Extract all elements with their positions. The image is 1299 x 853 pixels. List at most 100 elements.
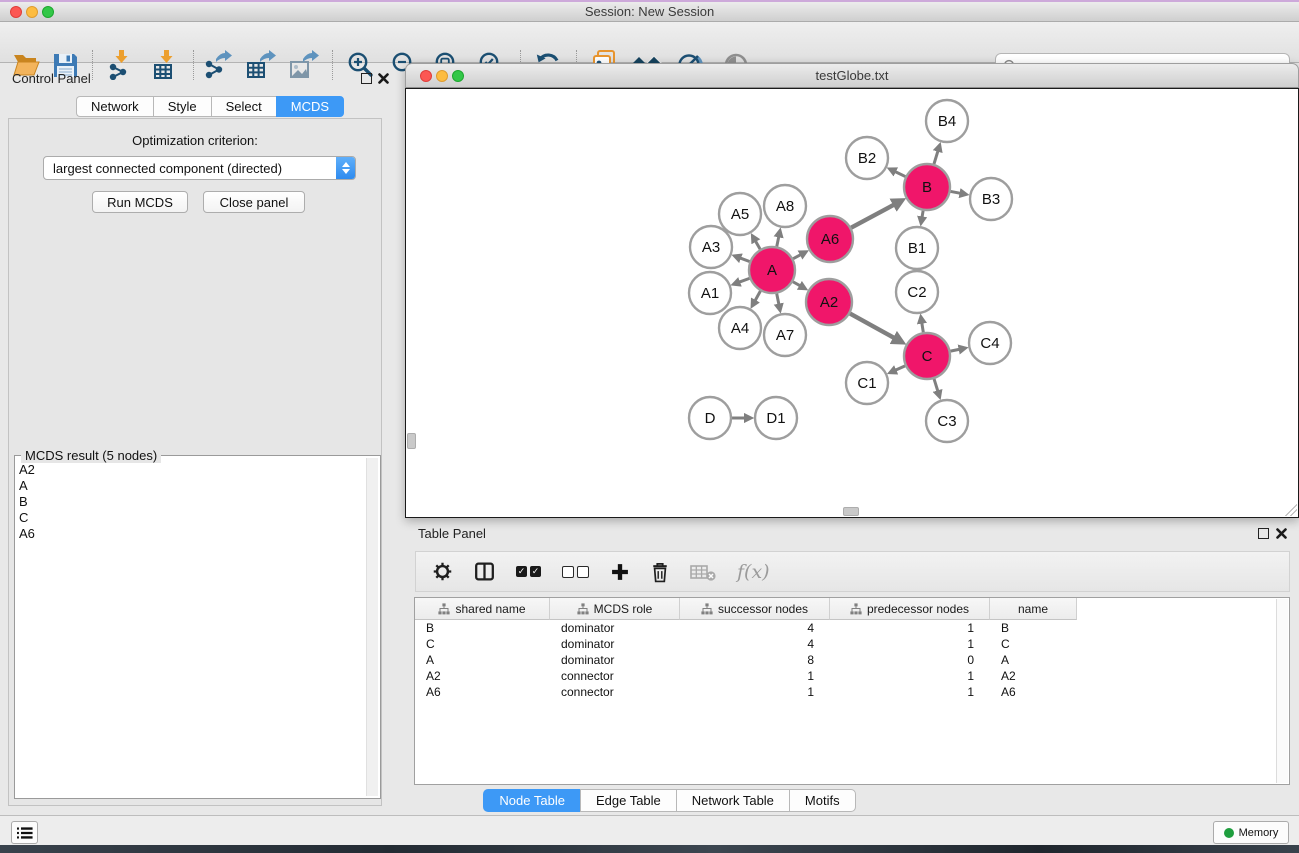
graph-node-label-B4: B4: [938, 113, 956, 130]
mcds-result-item[interactable]: C: [19, 510, 362, 526]
network-canvas[interactable]: B4B2BB3A8A5A6A3B1AC2A1A2A4A7C4CC1DD1C3: [405, 88, 1299, 518]
control-panel-title: Control Panel: [12, 71, 91, 86]
graph-edge-A6-B[interactable]: [851, 204, 894, 227]
table-row-A2[interactable]: A2connector11A2: [415, 668, 1289, 684]
table-panel-title: Table Panel: [418, 526, 486, 541]
network-close-button[interactable]: [420, 70, 432, 82]
graph-edge-B-B1[interactable]: [922, 211, 923, 218]
vertical-scrollbar-thumb[interactable]: [407, 433, 416, 449]
deselect-all-checkboxes-icon[interactable]: [562, 566, 589, 578]
graph-edge-B-B4[interactable]: [934, 151, 938, 164]
tab-select[interactable]: Select: [211, 96, 276, 117]
graph-edge-A-A4[interactable]: [755, 291, 760, 301]
tab-mcds[interactable]: MCDS: [276, 96, 344, 117]
task-history-button[interactable]: [11, 821, 38, 844]
graph-node-label-A2: A2: [820, 294, 838, 311]
show-column-icon[interactable]: [474, 561, 495, 582]
column-header-label: successor nodes: [718, 602, 808, 616]
graph-edge-A-A6[interactable]: [793, 255, 801, 259]
tab-edge-table[interactable]: Edge Table: [580, 789, 676, 812]
cell: 1: [830, 620, 990, 636]
network-graph[interactable]: B4B2BB3A8A5A6A3B1AC2A1A2A4A7C4CC1DD1C3: [406, 89, 1298, 517]
table-options-gear-icon[interactable]: [432, 561, 453, 582]
graph-node-label-C1: C1: [857, 375, 876, 392]
column-header-MCDS-role[interactable]: MCDS role: [550, 598, 680, 620]
delete-table-icon: [690, 562, 716, 582]
tab-network-table[interactable]: Network Table: [676, 789, 789, 812]
run-mcds-button[interactable]: Run MCDS: [92, 191, 188, 213]
cell: dominator: [550, 620, 680, 636]
graph-node-label-A8: A8: [776, 198, 794, 215]
add-column-icon[interactable]: [610, 562, 630, 582]
cell: A: [990, 652, 1077, 668]
criterion-select[interactable]: largest connected component (directed): [43, 156, 356, 180]
table-float-panel-icon[interactable]: [1258, 528, 1269, 539]
graph-node-label-A1: A1: [701, 285, 719, 302]
maximize-window-button[interactable]: [42, 6, 54, 18]
network-maximize-button[interactable]: [452, 70, 464, 82]
tab-motifs[interactable]: Motifs: [789, 789, 856, 812]
horizontal-scrollbar-thumb[interactable]: [843, 507, 859, 516]
memory-button[interactable]: Memory: [1213, 821, 1289, 844]
graph-edge-A-A5[interactable]: [755, 241, 760, 249]
close-window-button[interactable]: [10, 6, 22, 18]
cell: A: [415, 652, 550, 668]
delete-column-icon[interactable]: [651, 561, 669, 583]
tab-node-table[interactable]: Node Table: [483, 789, 580, 812]
graph-edge-A-A2[interactable]: [793, 282, 800, 286]
main-title-bar: Session: New Session: [0, 0, 1299, 22]
cell: 8: [680, 652, 830, 668]
graph-node-label-D: D: [705, 410, 716, 427]
cell: C: [415, 636, 550, 652]
column-header-name[interactable]: name: [990, 598, 1077, 620]
cell: 4: [680, 620, 830, 636]
table-row-A[interactable]: Adominator80A: [415, 652, 1289, 668]
minimize-window-button[interactable]: [26, 6, 38, 18]
table-toolbar: ✓✓ f(x): [415, 551, 1290, 592]
table-row-A6[interactable]: A6connector11A6: [415, 684, 1289, 700]
mcds-result-item[interactable]: A2: [19, 462, 362, 478]
graph-node-label-A3: A3: [702, 239, 720, 256]
graph-node-label-B1: B1: [908, 240, 926, 257]
tab-style[interactable]: Style: [153, 96, 211, 117]
graph-edge-A-A3[interactable]: [740, 258, 750, 262]
mcds-result-item[interactable]: B: [19, 494, 362, 510]
cell: C: [990, 636, 1077, 652]
graph-edge-A-A7[interactable]: [777, 294, 779, 305]
graph-node-label-A7: A7: [776, 327, 794, 344]
cell: A6: [990, 684, 1077, 700]
graph-edge-C-C2[interactable]: [922, 323, 924, 333]
column-header-successor-nodes[interactable]: successor nodes: [680, 598, 830, 620]
cell: 1: [680, 684, 830, 700]
graph-edge-A-A1[interactable]: [739, 278, 749, 282]
table-row-C[interactable]: Cdominator41C: [415, 636, 1289, 652]
graph-edge-C-C1[interactable]: [895, 366, 905, 370]
column-header-shared-name[interactable]: shared name: [415, 598, 550, 620]
tab-network[interactable]: Network: [76, 96, 153, 117]
table-close-panel-icon[interactable]: [1276, 528, 1287, 539]
float-panel-icon[interactable]: [361, 73, 372, 84]
graph-edge-B-B2[interactable]: [895, 171, 905, 176]
table-header-row: shared nameMCDS role successor nodes prede…: [415, 598, 1289, 620]
memory-status-icon: [1224, 828, 1234, 838]
graph-node-label-A4: A4: [731, 320, 749, 337]
close-panel-icon[interactable]: [378, 73, 389, 84]
attribute-tree-icon: [577, 603, 589, 615]
column-header-predecessor-nodes[interactable]: predecessor nodes: [830, 598, 990, 620]
select-all-checkboxes-icon[interactable]: ✓✓: [516, 566, 541, 577]
graph-edge-C-C4[interactable]: [951, 349, 960, 351]
network-minimize-button[interactable]: [436, 70, 448, 82]
graph-edge-C-C3[interactable]: [934, 379, 938, 391]
table-row-B[interactable]: Bdominator41B: [415, 620, 1289, 636]
close-panel-button[interactable]: Close panel: [203, 191, 305, 213]
result-scrollbar[interactable]: [366, 458, 378, 796]
graph-edge-A-A8[interactable]: [777, 236, 779, 246]
mcds-result-item[interactable]: A: [19, 478, 362, 494]
cell: 4: [680, 636, 830, 652]
mcds-result-title: MCDS result (5 nodes): [21, 448, 161, 463]
graph-edge-B-B3[interactable]: [951, 191, 961, 193]
graph-edge-A2-C[interactable]: [850, 314, 895, 339]
table-vertical-scrollbar[interactable]: [1276, 599, 1288, 783]
resize-grip[interactable]: [1285, 504, 1297, 516]
mcds-result-item[interactable]: A6: [19, 526, 362, 542]
